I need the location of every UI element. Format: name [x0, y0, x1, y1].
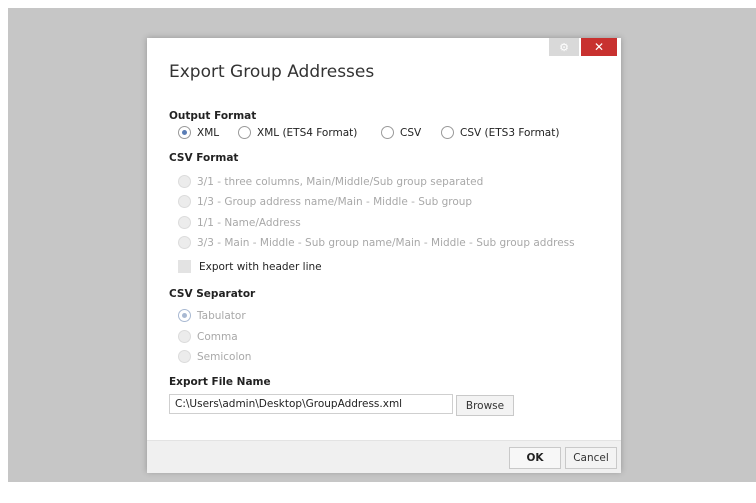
radio-label: Comma: [197, 330, 238, 343]
dialog-title: Export Group Addresses: [169, 62, 375, 82]
dialog-footer: OK Cancel: [147, 440, 621, 473]
checkbox[interactable]: [178, 260, 191, 273]
radio-xml[interactable]: XML: [178, 126, 219, 139]
output-format-label: Output Format: [169, 110, 257, 122]
radio-csv[interactable]: CSV: [381, 126, 421, 139]
radio-separator-comma[interactable]: Comma: [178, 330, 238, 343]
radio-label: 3/1 - three columns, Main/Middle/Sub gro…: [197, 175, 484, 188]
radio-label: 1/3 - Group address name/Main - Middle -…: [197, 195, 473, 208]
cancel-button[interactable]: Cancel: [565, 447, 617, 469]
radio-label: 1/1 - Name/Address: [197, 216, 301, 229]
radio-label: Tabulator: [197, 309, 246, 322]
gear-icon: ⚙: [559, 40, 569, 54]
radio-separator-semicolon[interactable]: Semicolon: [178, 350, 251, 363]
radio-csv-format-1-1[interactable]: 1/1 - Name/Address: [178, 216, 301, 229]
radio-button[interactable]: [441, 126, 454, 139]
radio-csv-format-3-3[interactable]: 3/3 - Main - Middle - Sub group name/Mai…: [178, 236, 575, 249]
radio-label: XML: [197, 126, 220, 139]
csv-format-label: CSV Format: [169, 152, 239, 164]
close-icon: ✕: [593, 40, 605, 54]
csv-separator-label: CSV Separator: [169, 288, 256, 300]
export-group-addresses-dialog: ⚙ ✕ Export Group Addresses Output Format…: [147, 38, 621, 473]
export-file-name-label: Export File Name: [169, 376, 271, 388]
radio-button[interactable]: [381, 126, 394, 139]
radio-csv-format-1-3[interactable]: 1/3 - Group address name/Main - Middle -…: [178, 195, 472, 208]
checkbox-label: Export with header line: [199, 260, 322, 273]
radio-button-disabled[interactable]: [178, 330, 191, 343]
export-file-name-input[interactable]: [169, 394, 453, 414]
radio-button-disabled[interactable]: [178, 195, 191, 208]
radio-button-disabled[interactable]: [178, 350, 191, 363]
radio-button[interactable]: [238, 126, 251, 139]
radio-label: Semicolon: [197, 350, 252, 363]
radio-button-checked[interactable]: [178, 126, 191, 139]
radio-label: XML (ETS4 Format): [257, 126, 358, 139]
settings-button[interactable]: ⚙: [549, 38, 579, 56]
header-line-checkbox-row[interactable]: Export with header line: [178, 260, 322, 273]
radio-button-checked-disabled[interactable]: [178, 309, 191, 322]
radio-xml-ets4[interactable]: XML (ETS4 Format): [238, 126, 357, 139]
radio-button-disabled[interactable]: [178, 216, 191, 229]
radio-button-disabled[interactable]: [178, 236, 191, 249]
radio-label: CSV: [400, 126, 422, 139]
ok-button[interactable]: OK: [509, 447, 561, 469]
radio-csv-format-3-1[interactable]: 3/1 - three columns, Main/Middle/Sub gro…: [178, 175, 483, 188]
radio-csv-ets3[interactable]: CSV (ETS3 Format): [441, 126, 559, 139]
browse-button[interactable]: Browse: [456, 395, 514, 416]
radio-button-disabled[interactable]: [178, 175, 191, 188]
radio-separator-tabulator[interactable]: Tabulator: [178, 309, 246, 322]
close-button[interactable]: ✕: [581, 38, 617, 56]
radio-label: CSV (ETS3 Format): [460, 126, 560, 139]
radio-label: 3/3 - Main - Middle - Sub group name/Mai…: [197, 236, 575, 249]
